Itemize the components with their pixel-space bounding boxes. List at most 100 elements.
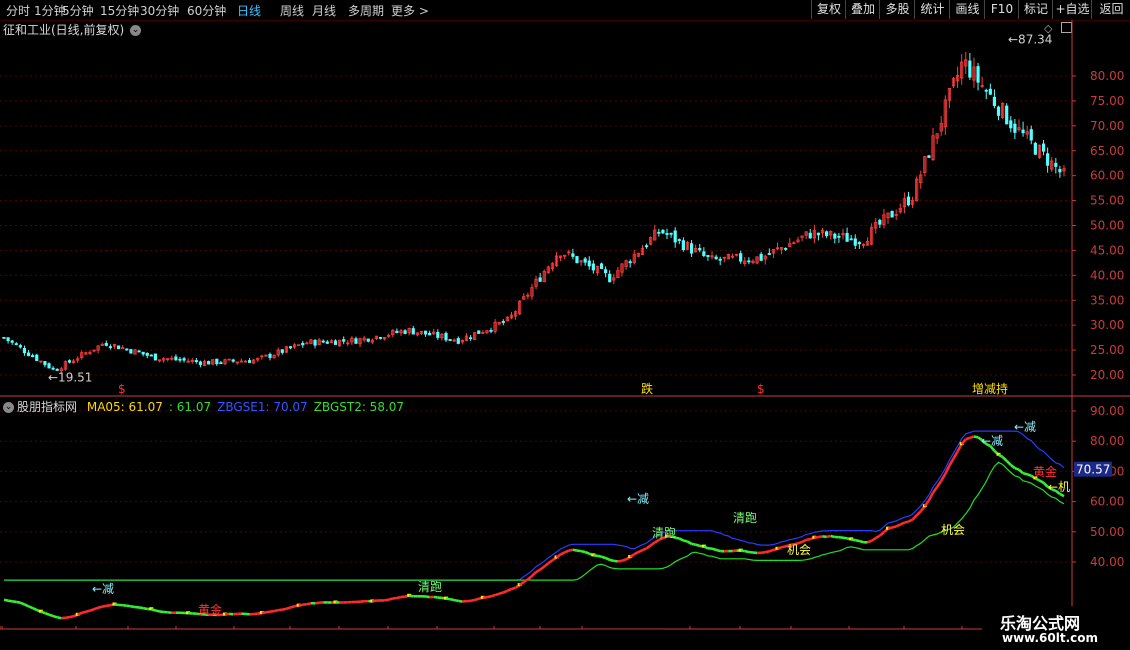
toolbar-button[interactable]: 返回 [1091,0,1130,19]
ma-segment [760,550,766,555]
period-tab[interactable]: 60分钟 [187,2,226,19]
toolbar-button[interactable]: 画线 [949,0,985,19]
high-price-label: ←87.34 [1008,32,1052,46]
ma-segment [281,607,287,611]
watermark: 乐淘公式网 www.60lt.com [982,606,1130,650]
candle-body [333,340,338,345]
ma-segment [649,541,656,547]
ma-segment [498,591,504,595]
indicator-annotation: ←减 [1014,420,1036,434]
price-tick-label: 50.00 [1090,219,1124,233]
ma-segment [425,595,430,599]
kline-chart[interactable]: 80.00 75.00 70.00 65.00 60.00 55.00 50.00 45.00… [0,20,1130,630]
candle-body [673,230,677,243]
toolbar-button[interactable]: 多股 [879,0,915,19]
candle-body [890,210,894,218]
ma-segment [891,525,897,529]
candle-body [1058,169,1062,173]
candle-body [698,248,702,251]
ma-segment [855,538,860,543]
ma-segment [56,616,62,620]
indicator-annotation: 黄金 [1033,464,1057,479]
ma-segment [1026,472,1032,477]
period-tab[interactable]: 1分钟 [34,2,66,19]
ma-segment [518,580,525,587]
candle-body [219,362,223,365]
candle-body [125,348,129,351]
candle-body [988,88,992,95]
period-tab[interactable]: 15分钟 [100,2,139,19]
candle-body [67,360,72,363]
ma-segment [286,606,291,610]
period-tab[interactable]: 更多 > [391,2,429,19]
period-tab[interactable]: 周线 [280,2,304,19]
candle-body [575,256,579,264]
price-tick-label: 45.00 [1090,243,1124,257]
ma-segment [601,555,607,560]
ma-segment [633,550,639,556]
ma-segment [805,537,811,542]
ma-segment [502,589,508,594]
toolbar-button[interactable]: 标记 [1018,0,1053,19]
price-tick-label: 60.00 [1090,169,1124,183]
indicator-name: 股朋指标网 [17,400,78,414]
ma-segment [23,603,30,608]
ma-segment [555,553,562,559]
candle-body [857,242,861,245]
legend-item: : 61.07 [168,400,212,414]
candle-body [178,358,182,361]
candle-body [489,329,493,332]
period-tab[interactable]: 分时 [6,2,30,19]
period-tab[interactable]: 30分钟 [140,2,179,19]
ma-segment [458,599,463,603]
ma-segment [44,611,50,616]
ma-segment [973,435,979,439]
candle-body [599,263,604,269]
ma-segment [997,453,1004,459]
ma-segment [16,600,21,604]
candle-body [968,60,972,78]
toolbar-button[interactable]: F10 [984,0,1019,19]
ma-segment [1001,455,1008,462]
period-tab[interactable]: 5分钟 [62,2,94,19]
ma-segment [768,548,774,553]
period-tab[interactable]: 月线 [312,2,336,19]
toolbar-button[interactable]: 复权 [811,0,846,19]
candle-body [321,340,325,343]
candle-body [51,367,55,370]
candle-body [833,233,837,239]
ma-segment [28,605,34,610]
chevron-down-icon[interactable]: ⌄ [3,402,14,413]
candle-body [984,89,988,92]
price-tick-label: 25.00 [1090,343,1124,357]
toolbar-button[interactable]: +自选 [1052,0,1092,19]
ma-segment [506,587,513,593]
candle-body [677,239,681,241]
ma-segment [89,608,95,612]
indicator-panel-title: ⌄ 股朋指标网 MA05: 61.07: 61.07 ZBGSE1: 70.07 ZB… [3,398,416,415]
toolbar-button[interactable]: 叠加 [845,0,880,19]
candle-body [1054,162,1058,167]
toolbar-button[interactable]: 统计 [914,0,950,19]
candle-body [739,253,743,262]
price-tick-label: 30.00 [1090,318,1124,332]
candle-body [714,256,718,260]
ma-segment [732,549,737,553]
upper-band-line [4,430,1065,581]
period-tab[interactable]: 多周期 [348,2,384,19]
legend-item: MA05: 61.07 [86,400,163,414]
candle-body [992,96,997,106]
candle-body [411,328,415,335]
candle-body [665,233,669,235]
ma-segment [40,610,46,615]
candle-body [976,66,980,83]
period-tab[interactable]: 日线 [237,2,261,19]
candle-body [395,330,399,333]
price-tick-label: 40.00 [1090,268,1124,282]
candle-body [669,232,673,235]
candle-body [2,337,6,339]
ma-segment [605,556,611,562]
candle-body [43,361,47,366]
indicator-tick-label: 60.00 [1090,495,1124,509]
ma-segment [858,539,864,544]
